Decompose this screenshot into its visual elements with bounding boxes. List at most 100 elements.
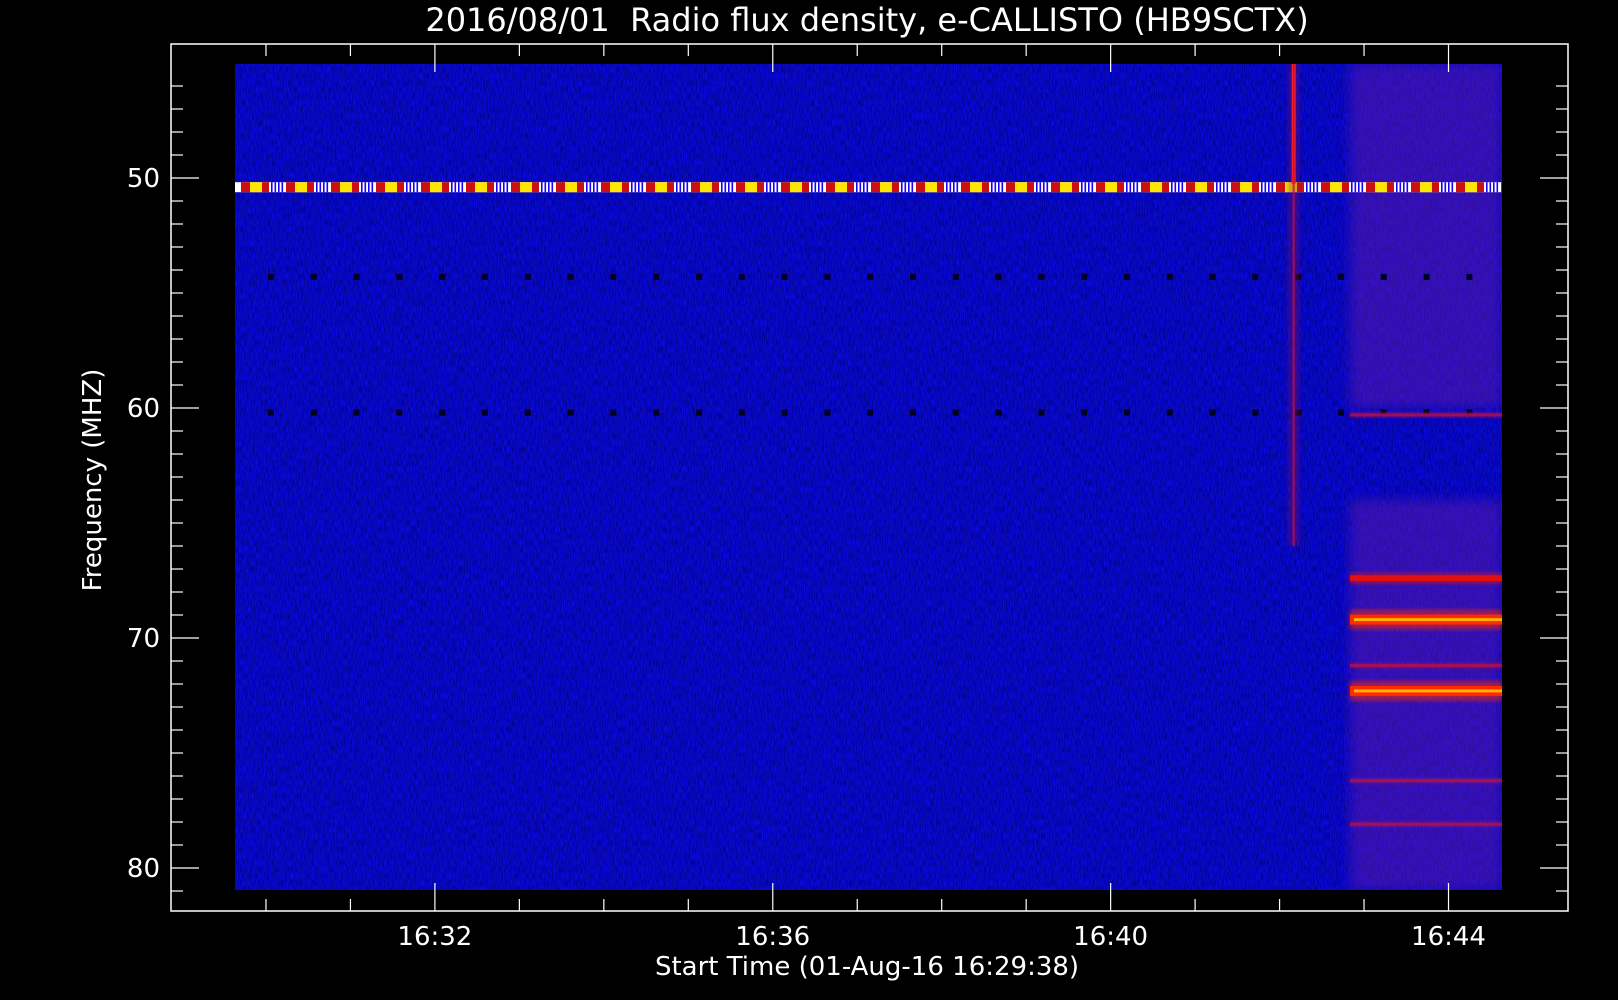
interference-gap <box>1486 182 1488 193</box>
spectrogram-data <box>235 64 1533 890</box>
interference-dash-red <box>1321 182 1330 193</box>
interference-gap <box>1174 182 1177 193</box>
interference-gap <box>1496 182 1499 193</box>
interference-dash-yellow <box>1420 182 1432 193</box>
dropout-dot <box>268 273 274 280</box>
dropout-dot <box>867 273 874 280</box>
dropout-dot <box>567 409 574 416</box>
y-tick-label: 50 <box>127 164 160 194</box>
dropout-dot <box>353 409 360 416</box>
dropout-dot <box>1038 409 1045 416</box>
interference-dash-yellow <box>1150 182 1162 193</box>
dropout-dot <box>910 409 916 416</box>
interference-gap <box>368 182 370 193</box>
interference-dash-red <box>982 182 989 193</box>
interference-gap <box>1396 182 1398 193</box>
interference-gap <box>361 182 363 193</box>
interference-dash-yellow <box>700 182 712 193</box>
interference-gap <box>1261 182 1263 193</box>
interference-gap <box>1306 182 1308 193</box>
dropout-dot <box>310 273 317 280</box>
interference-dash-red <box>556 182 565 193</box>
interference-gap <box>1129 182 1132 193</box>
interference-gap <box>911 182 914 193</box>
interference-gap <box>676 182 678 193</box>
dropout-dot <box>610 273 617 280</box>
interference-dash-red <box>1096 182 1105 193</box>
dropout-dot <box>867 409 874 416</box>
interference-gap <box>1316 182 1319 193</box>
interference-dash-red <box>352 182 359 193</box>
interference-gap <box>994 182 997 193</box>
interference-gap <box>1354 182 1357 193</box>
interference-dash-red <box>241 182 250 193</box>
y-axis-label: Frequency (MHZ) <box>78 369 108 592</box>
interference-gap <box>1136 182 1139 193</box>
interference-dash-red <box>1231 182 1240 193</box>
interference-gap <box>1531 182 1533 192</box>
interference-dash-red <box>1117 182 1124 193</box>
interference-gap <box>454 182 457 193</box>
interference-dash-red <box>1432 182 1439 193</box>
interference-gap <box>496 182 498 193</box>
dropout-dot <box>396 273 403 280</box>
interference-gap <box>326 182 329 193</box>
dropout-dot <box>995 409 1002 416</box>
interference-gap <box>406 182 408 193</box>
emission-band <box>1349 413 1502 417</box>
interference-gap <box>724 182 727 193</box>
dropout-dot <box>910 273 916 280</box>
interference-gap <box>1493 182 1495 193</box>
interference-gap <box>593 182 595 193</box>
interference-gap <box>683 182 685 193</box>
interference-dash-red <box>1141 182 1150 193</box>
interference-gap <box>548 182 550 193</box>
interference-gap <box>991 182 993 193</box>
dropout-dot <box>738 273 745 280</box>
interference-gap <box>1271 182 1274 193</box>
interference-dash-red <box>757 182 764 193</box>
dropout-dot <box>1124 273 1130 280</box>
dropout-dot <box>524 409 531 416</box>
interference-dash-red <box>1276 182 1285 193</box>
interference-dash-red <box>1051 182 1060 193</box>
x-tick-label: 16:32 <box>397 922 472 952</box>
dropout-dot <box>995 273 1002 280</box>
x-tick-label: 16:36 <box>735 922 810 952</box>
interference-dash-red <box>871 182 880 193</box>
interference-dash-red <box>511 182 520 193</box>
interference-dash-red <box>1006 182 1015 193</box>
interference-dash-yellow <box>250 182 262 193</box>
interference-dash-yellow <box>1465 182 1477 193</box>
interference-gap <box>1441 182 1443 193</box>
interference-gap <box>1036 182 1038 193</box>
interference-gap <box>769 182 772 193</box>
interference-dash-red <box>781 182 790 193</box>
interference-gap <box>451 182 453 193</box>
interference-dash-yellow <box>1195 182 1207 193</box>
interference-gap <box>1039 182 1042 193</box>
interference-dash-red <box>1072 182 1079 193</box>
y-tick-label: 80 <box>127 854 160 884</box>
dropout-dot <box>1038 273 1045 280</box>
interference-gap <box>679 182 682 193</box>
interference-gap <box>1309 182 1312 193</box>
interference-gap <box>364 182 367 193</box>
interference-dash-yellow <box>1105 182 1117 193</box>
interference-gap <box>1171 182 1173 193</box>
dropout-dot <box>824 409 831 416</box>
interference-gap <box>721 182 723 193</box>
interference-gap <box>278 182 280 193</box>
dropout-dot <box>353 273 360 280</box>
interference-dash-red <box>1027 182 1034 193</box>
interference-gap <box>503 182 505 193</box>
interference-dash-red <box>1387 182 1394 193</box>
dropout-dot <box>738 409 745 416</box>
interference-gap <box>1181 182 1184 193</box>
interference-dash-red <box>622 182 629 193</box>
emission-core <box>1353 689 1502 693</box>
interference-dash-yellow <box>1510 182 1522 192</box>
interference-gap <box>949 182 952 193</box>
interference-dash-yellow <box>1060 182 1072 193</box>
dropout-dot <box>1209 409 1216 416</box>
